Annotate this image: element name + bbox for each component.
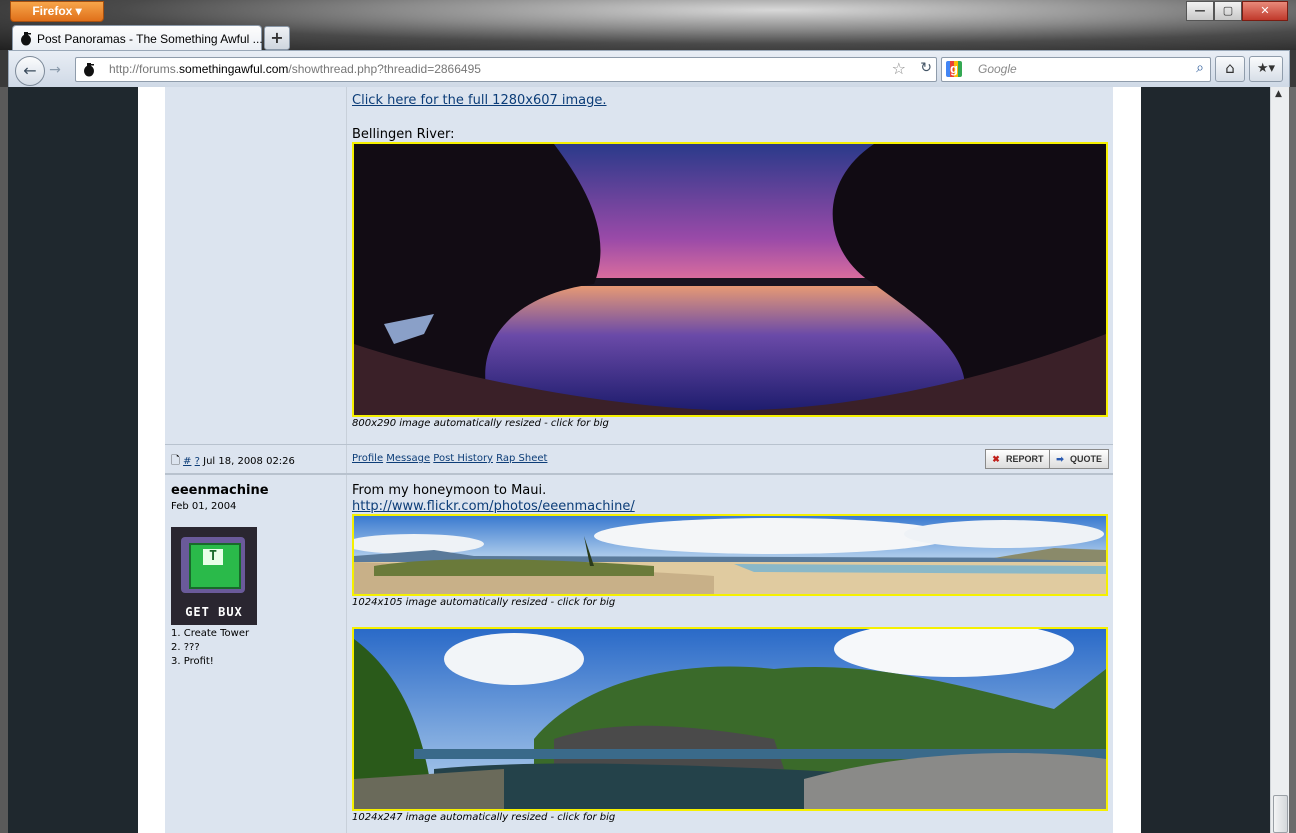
bookmarks-icon[interactable]: ★▾ (1249, 56, 1283, 82)
post2-body: From my honeymoon to Maui. http://www.fl… (347, 475, 1113, 833)
firefox-menu-button[interactable]: Firefox ▾ (10, 1, 104, 22)
post1-image-caption: 800x290 image automatically resized - cl… (352, 418, 609, 429)
post1-userinfo (165, 87, 347, 444)
forward-arrow-icon[interactable]: → (45, 61, 65, 79)
maui-pool-panorama (354, 629, 1106, 809)
username[interactable]: eeenmachine (171, 483, 269, 498)
message-link[interactable]: Message (386, 453, 430, 464)
new-tab-button[interactable]: + (264, 26, 290, 50)
maui-beach-image[interactable] (352, 514, 1108, 596)
scrollbar-thumb[interactable] (1273, 795, 1288, 833)
quote-button[interactable]: ➡ QUOTE (1049, 449, 1110, 469)
navigation-toolbar: ← → http://forums.somethingawful.com/sho… (8, 50, 1290, 88)
tab-post-panoramas[interactable]: Post Panoramas - The Something Awful ... (12, 25, 263, 52)
search-icon[interactable]: ⌕ (1196, 60, 1204, 76)
post1-body: Click here for the full 1280x607 image. … (347, 87, 1113, 444)
avatar: T GET BUX (171, 527, 257, 625)
maui-beach-caption: 1024x105 image automatically resized - c… (352, 597, 616, 608)
maximize-button[interactable]: ▢ (1214, 1, 1242, 21)
post-page-icon: 🗋 (171, 454, 180, 467)
footer-divider (346, 445, 347, 473)
scroll-up-arrow-icon[interactable]: ▲ (1275, 89, 1282, 99)
user-title: 1. Create Tower 2. ??? 3. Profit! (171, 628, 250, 667)
search-input[interactable]: Google (978, 62, 1017, 76)
post1-label: Bellingen River: (352, 127, 455, 142)
full-image-link[interactable]: Click here for the full 1280x607 image. (352, 93, 607, 108)
maui-pool-caption: 1024x247 image automatically resized - c… (352, 812, 616, 823)
post1-footer: 🗋 # ? Jul 18, 2008 02:26 Profile Message… (165, 444, 1113, 475)
maui-beach-panorama (354, 516, 1106, 594)
quote-arrow-icon: ➡ (1056, 454, 1064, 464)
post-permalink[interactable]: # (183, 456, 191, 467)
registration-date: Feb 01, 2004 (171, 501, 237, 512)
bellingen-panorama (354, 144, 1106, 415)
google-logo-icon[interactable]: g (946, 61, 962, 77)
post-history-link[interactable]: Post History (433, 453, 493, 464)
tab-title: Post Panoramas - The Something Awful ... (37, 32, 263, 46)
home-icon[interactable]: ⌂ (1215, 56, 1245, 82)
post2-text: From my honeymoon to Maui. (352, 483, 547, 498)
window-titlebar: Firefox ▾ — ▢ ✕ Post Panoramas - The Som… (0, 0, 1296, 52)
post-question-link[interactable]: ? (195, 456, 200, 467)
url-bar[interactable]: http://forums.somethingawful.com/showthr… (75, 57, 937, 82)
page-margin-left (8, 87, 138, 833)
window-border-left (0, 87, 8, 833)
report-button[interactable]: ✖ REPORT (985, 449, 1051, 469)
url-text[interactable]: http://forums.somethingawful.com/showthr… (109, 62, 481, 76)
minimize-button[interactable]: — (1186, 1, 1214, 21)
close-window-button[interactable]: ✕ (1242, 1, 1288, 21)
bellingen-river-image[interactable] (352, 142, 1108, 417)
grenade-favicon-icon (84, 63, 94, 77)
firefox-menu-label: Firefox (32, 4, 73, 18)
rap-sheet-link[interactable]: Rap Sheet (496, 453, 547, 464)
page-viewport: Click here for the full 1280x607 image. … (8, 87, 1270, 833)
grenade-favicon-icon (21, 32, 31, 46)
profile-link[interactable]: Profile (352, 453, 383, 464)
maui-pool-image[interactable] (352, 627, 1108, 811)
bookmark-star-icon[interactable]: ☆ (892, 59, 906, 78)
vertical-scrollbar[interactable]: ▲ (1270, 87, 1289, 833)
search-bar[interactable]: g Google ⌕ (941, 57, 1211, 82)
page-content: Click here for the full 1280x607 image. … (138, 87, 1141, 833)
window-controls: — ▢ ✕ (1186, 1, 1288, 21)
flickr-link[interactable]: http://www.flickr.com/photos/eeenmachine… (352, 499, 635, 514)
post2-userinfo: eeenmachine Feb 01, 2004 T GET BUX 1. Cr… (165, 475, 347, 833)
profile-links: Profile Message Post History Rap Sheet (352, 453, 547, 464)
reload-icon[interactable]: ↻ (920, 60, 932, 76)
report-x-icon: ✖ (992, 454, 1000, 464)
avatar-text: GET BUX (185, 605, 243, 619)
post-date: Jul 18, 2008 02:26 (203, 456, 295, 467)
window-border-right (1288, 87, 1296, 833)
money-icon: T (181, 537, 245, 593)
post-meta: 🗋 # ? Jul 18, 2008 02:26 (171, 452, 295, 471)
back-arrow-icon[interactable]: ← (15, 56, 45, 86)
